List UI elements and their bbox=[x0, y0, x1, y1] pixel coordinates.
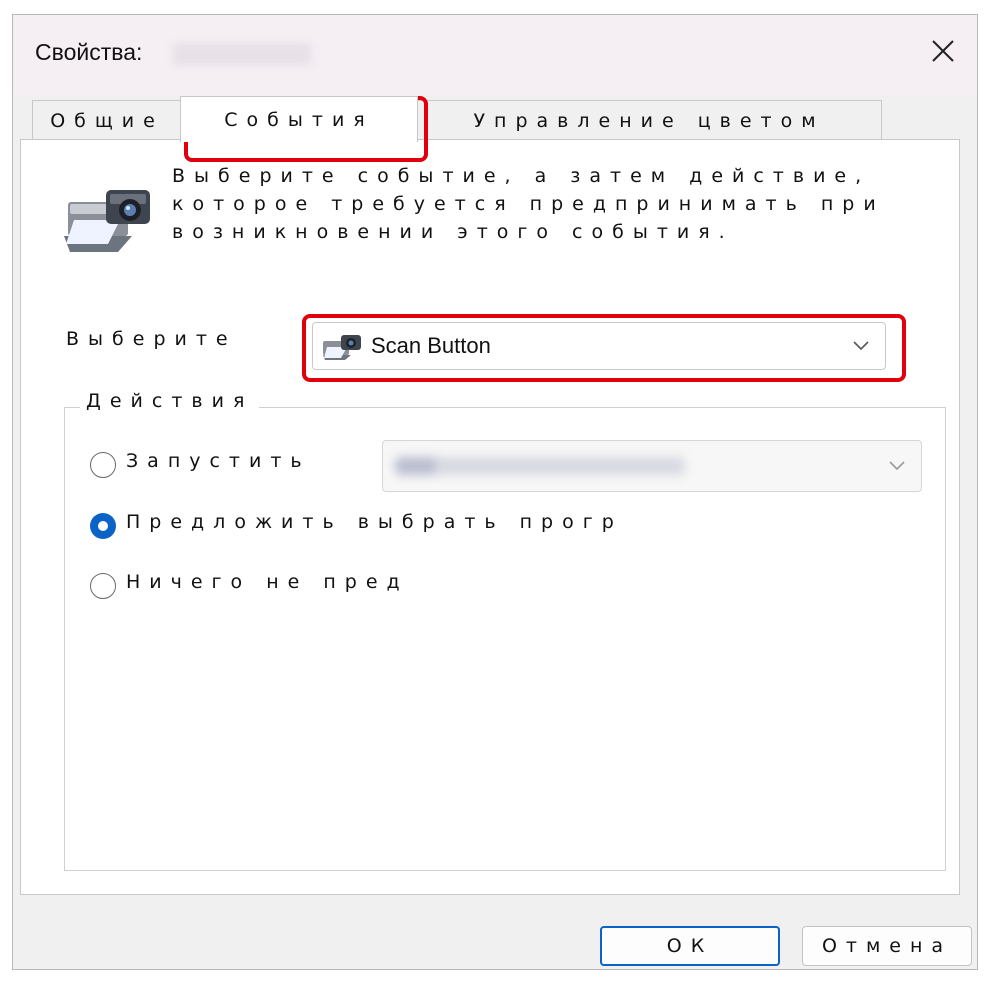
tab-general[interactable]: Общие bbox=[32, 100, 182, 140]
close-button[interactable] bbox=[921, 29, 965, 73]
ok-button[interactable]: ОК bbox=[600, 926, 780, 966]
scanner-icon bbox=[323, 335, 361, 360]
program-dropdown[interactable] bbox=[382, 440, 922, 492]
tab-label: События bbox=[224, 108, 374, 131]
event-description: Выберите событие, а затем действие, кото… bbox=[172, 165, 885, 243]
radio-prompt-label: Предложить выбрать прогр bbox=[126, 511, 623, 533]
scanner-camera-icon bbox=[64, 190, 150, 252]
radio-nothing[interactable] bbox=[90, 573, 116, 599]
dialog-title: Свойства: bbox=[35, 39, 143, 65]
tab-label: Общие bbox=[50, 109, 164, 132]
ok-label: ОК bbox=[666, 935, 714, 957]
chevron-down-icon bbox=[853, 341, 869, 351]
title-bar: Свойства: bbox=[13, 15, 977, 95]
cancel-label: Отмена bbox=[821, 935, 953, 957]
radio-run[interactable] bbox=[90, 452, 116, 478]
tab-events[interactable]: События bbox=[180, 96, 418, 142]
tab-color-management[interactable]: Управление цветом bbox=[416, 100, 882, 140]
program-name-redacted bbox=[395, 457, 685, 475]
selected-event: Scan Button bbox=[371, 333, 491, 358]
radio-run-label: Запустить bbox=[126, 450, 311, 472]
radio-nothing-label: Ничего не пред bbox=[126, 571, 409, 593]
close-icon bbox=[932, 40, 954, 62]
device-name-redacted bbox=[173, 43, 311, 65]
event-dropdown[interactable]: Scan Button bbox=[312, 322, 886, 370]
select-label: Выберите bbox=[66, 328, 237, 350]
cancel-button[interactable]: Отмена bbox=[802, 926, 972, 966]
tab-label: Управление цветом bbox=[473, 109, 825, 132]
chevron-down-icon bbox=[889, 461, 905, 471]
radio-prompt[interactable] bbox=[90, 513, 116, 539]
actions-legend: Действия bbox=[80, 390, 260, 412]
